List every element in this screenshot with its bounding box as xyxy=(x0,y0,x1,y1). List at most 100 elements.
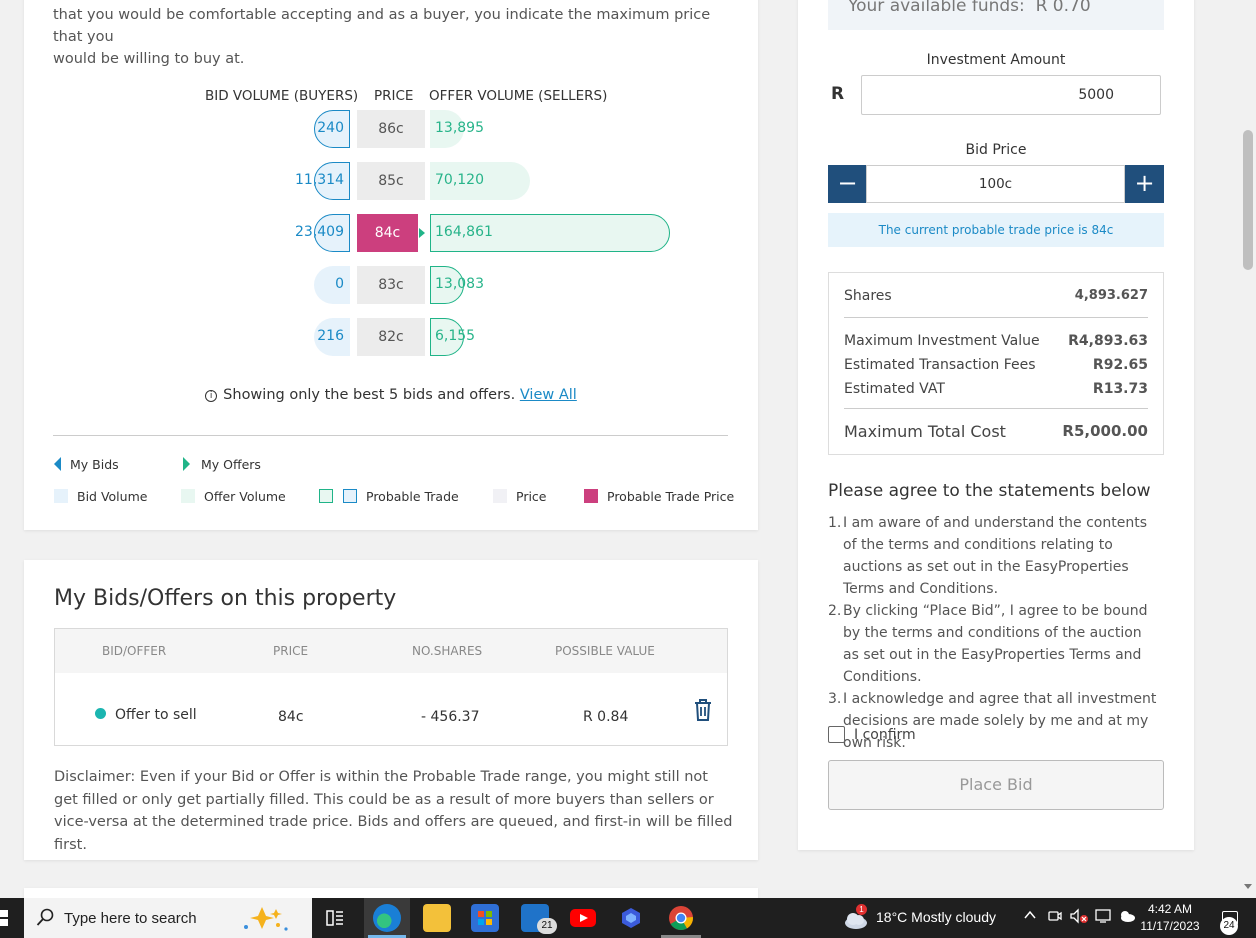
my-bids-table: BID/OFFER PRICE NO.SHARES POSSIBLE VALUE… xyxy=(54,628,728,746)
vat-line: Estimated VAT R13.73 xyxy=(844,381,1148,397)
order-depth-card: that you would be comfortable accepting … xyxy=(24,0,758,530)
confirm-checkbox[interactable]: I confirm xyxy=(828,726,916,743)
decrease-price-button[interactable]: − xyxy=(828,165,867,203)
copilot-icon[interactable] xyxy=(617,904,645,932)
offer-status-dot xyxy=(95,708,106,719)
legend-price: Price xyxy=(493,489,547,504)
notification-badge: 24 xyxy=(1220,917,1238,935)
legend-bid-volume: Bid Volume xyxy=(54,489,147,504)
my-bids-title: My Bids/Offers on this property xyxy=(54,586,397,611)
search-icon xyxy=(36,908,54,933)
total-cost-line: Maximum Total Cost R5,000.00 xyxy=(844,422,1148,441)
bid-volume-value: 23,409 xyxy=(295,224,344,240)
volume-muted-icon[interactable] xyxy=(1069,908,1089,927)
statement-item: 2. By clicking “Place Bid”, I agree to be… xyxy=(828,603,1148,685)
shares-cell: - 456.37 xyxy=(421,709,480,725)
offer-volume-value: 13,895 xyxy=(435,120,484,136)
place-bid-button[interactable]: Place Bid xyxy=(828,760,1164,810)
trash-icon[interactable] xyxy=(692,698,714,726)
column-header: BID/OFFER xyxy=(102,644,167,658)
order-summary: Shares 4,893.627 Maximum Investment Value… xyxy=(828,272,1164,455)
probable-trade-price-cell: 84c xyxy=(357,214,418,252)
price-cell: 84c xyxy=(278,709,304,725)
legend-my-bids: My Bids xyxy=(54,457,119,472)
file-explorer-icon[interactable] xyxy=(423,904,451,932)
shares-line: Shares 4,893.627 xyxy=(844,288,1148,304)
investment-amount-label: Investment Amount xyxy=(926,52,1066,68)
fees-line: Estimated Transaction Fees R92.65 xyxy=(844,357,1148,373)
column-header: PRICE xyxy=(273,644,309,658)
info-icon: i xyxy=(205,390,218,402)
offer-volume-value: 6,155 xyxy=(435,328,476,344)
offer-volume-value: 13,083 xyxy=(435,276,484,292)
investment-amount-input[interactable]: 5000 xyxy=(861,75,1161,115)
price-swatch xyxy=(493,489,507,503)
system-clock[interactable]: 4:42 AM 11/17/2023 xyxy=(1138,901,1202,935)
table-header: BID/OFFER PRICE NO.SHARES POSSIBLE VALUE xyxy=(55,629,727,673)
sparkle-icon xyxy=(240,903,306,938)
meet-now-icon[interactable] xyxy=(1047,908,1063,927)
probable-trade-price-swatch xyxy=(584,489,598,503)
chrome-icon[interactable] xyxy=(667,904,695,932)
bid-price-label: Bid Price xyxy=(965,142,1027,158)
view-all-link[interactable]: View All xyxy=(520,387,577,403)
max-investment-line: Maximum Investment Value R4,893.63 xyxy=(844,333,1148,349)
place-bid-panel: Your available funds: R 0.70 Investment … xyxy=(798,0,1194,850)
bid-volume-value: 240 xyxy=(317,120,344,136)
my-bids-card: My Bids/Offers on this property BID/OFFE… xyxy=(24,560,758,860)
weather-alert-badge: 1 xyxy=(856,904,867,915)
depth-row: 11,314 85c 70,120 xyxy=(24,161,758,201)
my-bids-marker-icon xyxy=(54,457,61,471)
depth-row: 0 83c 13,083 xyxy=(24,265,758,305)
network-icon[interactable] xyxy=(1094,908,1112,927)
depth-row: 23,409 84c 164,861 xyxy=(24,213,758,253)
bid-volume-value: 216 xyxy=(317,328,344,344)
column-header: POSSIBLE VALUE xyxy=(555,644,655,658)
task-view-icon[interactable] xyxy=(325,908,345,933)
value-cell: R 0.84 xyxy=(583,709,629,725)
depth-row: 240 86c 13,895 xyxy=(24,109,758,149)
offer-volume-header: OFFER VOLUME (SELLERS) xyxy=(429,88,608,104)
mail-badge: 21 xyxy=(537,918,557,934)
price-cell: 85c xyxy=(357,162,425,200)
my-offers-marker-icon xyxy=(183,457,190,471)
checkbox-box[interactable] xyxy=(828,726,845,743)
my-offer-marker-icon xyxy=(419,228,425,238)
weather-text[interactable]: 18°C Mostly cloudy xyxy=(876,909,996,925)
taskbar-search[interactable]: Type here to search xyxy=(24,898,312,938)
increase-price-button[interactable]: + xyxy=(1125,165,1164,203)
bid-volume-header: BID VOLUME (BUYERS) xyxy=(205,88,359,104)
price-cell: 86c xyxy=(357,110,425,148)
depth-row: 216 82c 6,155 xyxy=(24,317,758,357)
bid-volume-value: 11,314 xyxy=(295,172,344,188)
price-cell: 83c xyxy=(357,266,425,304)
legend-my-offers: My Offers xyxy=(183,457,261,472)
legend-offer-volume: Offer Volume xyxy=(181,489,286,504)
statement-item: 3. I acknowledge and agree that all inves… xyxy=(828,691,1157,751)
price-header: PRICE xyxy=(374,88,414,104)
scrollbar-thumb[interactable] xyxy=(1243,130,1253,270)
bid-volume-swatch xyxy=(54,489,68,503)
summary-divider xyxy=(844,317,1148,318)
column-header: NO.SHARES xyxy=(412,644,483,658)
offer-volume-value: 70,120 xyxy=(435,172,484,188)
taskbar: Type here to search 21 1 18°C Mostly clo… xyxy=(0,898,1256,938)
depth-note: i Showing only the best 5 bids and offers… xyxy=(24,387,758,403)
start-icon[interactable] xyxy=(0,910,9,926)
onedrive-icon[interactable] xyxy=(1118,909,1136,926)
currency-label: R xyxy=(831,84,845,104)
probable-bid-swatch xyxy=(343,489,357,503)
probable-trade-note: The current probable trade price is 84c xyxy=(828,213,1164,247)
statement-item: 1. I am aware of and understand the conte… xyxy=(828,515,1147,597)
legend-probable-trade-price: Probable Trade Price xyxy=(584,489,734,504)
store-icon[interactable] xyxy=(471,904,499,932)
price-cell: 82c xyxy=(357,318,425,356)
bid-price-input[interactable]: 100c xyxy=(866,165,1125,203)
chevron-up-icon[interactable] xyxy=(1023,908,1037,925)
offer-volume-value: 164,861 xyxy=(435,224,493,240)
probable-offer-swatch xyxy=(319,489,333,503)
youtube-icon[interactable] xyxy=(569,904,597,932)
disclaimer-text: Disclaimer: Even if your Bid or Offer is… xyxy=(54,769,733,853)
edge-browser-icon[interactable] xyxy=(373,904,401,932)
scroll-down-icon[interactable] xyxy=(1244,884,1252,889)
